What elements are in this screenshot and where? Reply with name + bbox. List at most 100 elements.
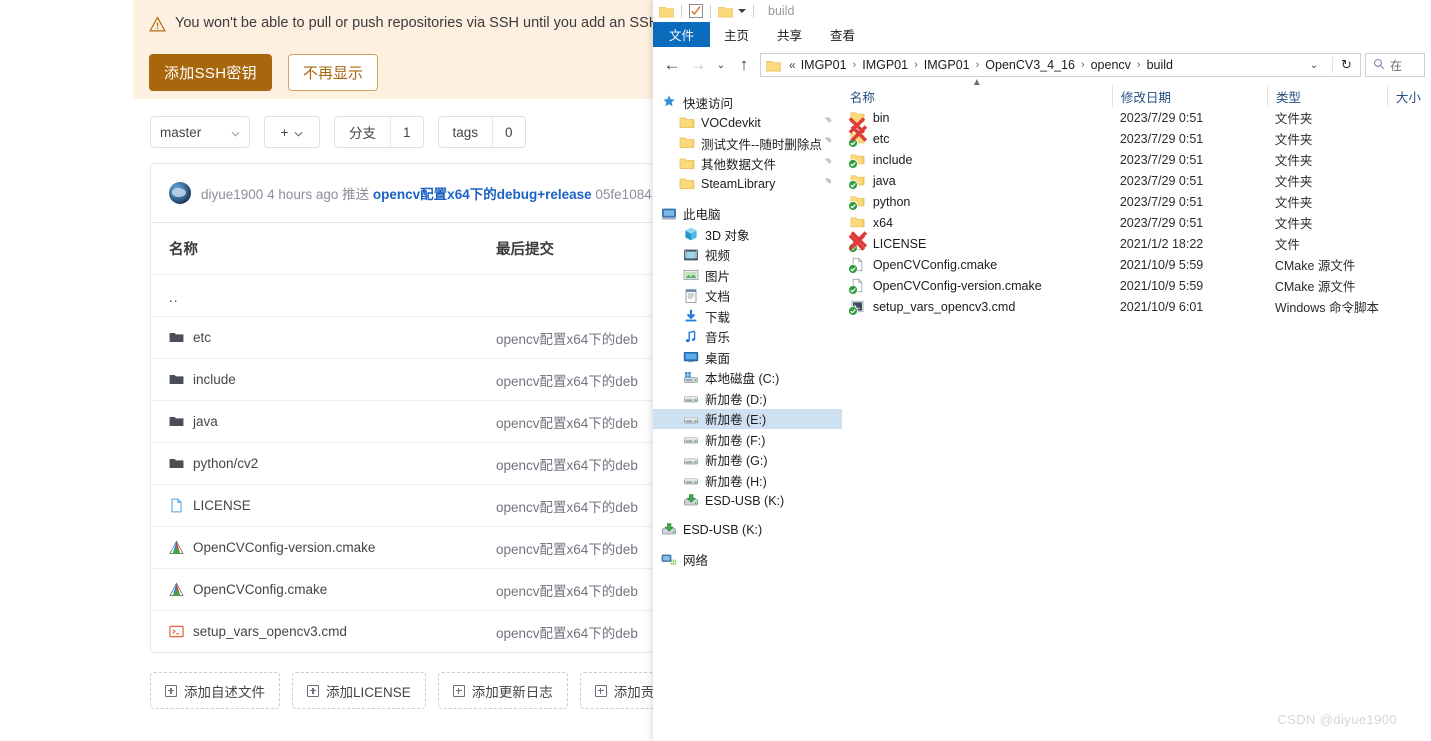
file-name-link[interactable]: LICENSE xyxy=(193,498,251,513)
pin-icon[interactable] xyxy=(822,177,833,191)
file-name-link[interactable]: include xyxy=(193,372,236,387)
nav-item--[interactable]: 其他数据文件 xyxy=(653,154,842,175)
file-name-link[interactable]: OpenCVConfig-version.cmake xyxy=(193,540,375,555)
table-row[interactable]: etc opencv配置x64下的deb xyxy=(151,316,653,358)
nav-item--e-[interactable]: 新加卷 (E:) xyxy=(653,408,842,429)
nav-item-esd-usb-k-[interactable]: ESD-USB (K:) xyxy=(653,520,842,541)
nav-item--g-[interactable]: 新加卷 (G:) xyxy=(653,450,842,471)
add-dropdown-button[interactable]: + xyxy=(264,116,320,148)
tab-view[interactable]: 查看 xyxy=(816,22,869,47)
breadcrumb-item[interactable]: OpenCV3_4_16 xyxy=(985,58,1075,72)
nav-item--f-[interactable]: 新加卷 (F:) xyxy=(653,429,842,450)
file-name-link[interactable]: .. xyxy=(169,290,179,305)
nav-item--[interactable]: 快速访问 xyxy=(653,92,842,113)
table-row[interactable]: setup_vars_opencv3.cmd opencv配置x64下的deb xyxy=(151,610,653,652)
recent-locations-chevron-icon[interactable]: ⌄ xyxy=(711,52,731,78)
commit-sha[interactable]: 05fe1084 xyxy=(595,187,651,202)
table-row[interactable]: python/cv2 opencv配置x64下的deb xyxy=(151,442,653,484)
tab-share[interactable]: 共享 xyxy=(763,22,816,47)
add-file-button[interactable]: 添加LICENSE xyxy=(292,672,426,709)
pin-icon[interactable] xyxy=(822,136,833,150)
nav-item--[interactable]: 此电脑 xyxy=(653,204,842,225)
file-row-commit-cell: opencv配置x64下的deb xyxy=(496,541,638,557)
column-header-type[interactable]: 类型 xyxy=(1266,85,1387,107)
file-list-row[interactable]: bin 2023/7/29 0:51 文件夹 xyxy=(842,107,1431,128)
file-name-link[interactable]: python/cv2 xyxy=(193,456,258,471)
file-row-name-cell: LICENSE xyxy=(151,498,496,513)
table-row[interactable]: LICENSE opencv配置x64下的deb xyxy=(151,484,653,526)
address-path-box[interactable]: «IMGP01 › IMGP01 › IMGP01 › OpenCV3_4_16 › openc… xyxy=(760,53,1361,77)
breadcrumb-item[interactable]: build xyxy=(1147,58,1173,72)
tags-counter[interactable]: tags 0 xyxy=(437,116,526,148)
file-name-link[interactable]: etc xyxy=(193,330,211,345)
file-name-link[interactable]: java xyxy=(193,414,218,429)
nav-item-esd-usb-k-[interactable]: ESD-USB (K:) xyxy=(653,491,842,512)
file-list-row[interactable]: x64 2023/7/29 0:51 文件夹 xyxy=(842,212,1431,233)
up-button[interactable]: ↑ xyxy=(731,52,757,78)
file-list-row[interactable]: OpenCVConfig.cmake 2021/10/9 5:59 CMake 源文… xyxy=(842,254,1431,275)
column-header-date[interactable]: 修改日期 xyxy=(1111,85,1267,107)
table-row[interactable]: include opencv配置x64下的deb xyxy=(151,358,653,400)
table-row[interactable]: .. xyxy=(151,274,653,316)
table-row[interactable]: OpenCVConfig-version.cmake opencv配置x64下的d… xyxy=(151,526,653,568)
search-input[interactable]: 在 xyxy=(1365,53,1425,77)
nav-item-steamlibrary[interactable]: SteamLibrary xyxy=(653,174,842,195)
commit-message[interactable]: opencv配置x64下的debug+release xyxy=(373,187,592,202)
pin-icon[interactable] xyxy=(822,116,833,130)
nav-item--h-[interactable]: 新加卷 (H:) xyxy=(653,470,842,491)
nav-item--[interactable]: 音乐 xyxy=(653,327,842,348)
add-file-button[interactable]: 添加自述文件 xyxy=(150,672,280,709)
breadcrumb-overflow[interactable]: « xyxy=(786,58,799,72)
pin-icon[interactable] xyxy=(822,157,833,171)
branches-counter[interactable]: 分支 1 xyxy=(334,116,424,148)
file-list-row[interactable]: python 2023/7/29 0:51 文件夹 xyxy=(842,191,1431,212)
breadcrumb[interactable]: «IMGP01 › IMGP01 › IMGP01 › OpenCV3_4_16 › openc… xyxy=(786,58,1296,72)
file-name-cell: x64 xyxy=(842,215,1112,231)
nav-item-label: SteamLibrary xyxy=(701,177,776,192)
commit-author[interactable]: diyue1900 xyxy=(201,187,263,202)
chevron-down-icon[interactable] xyxy=(738,9,746,13)
add-file-button[interactable]: 添加贡献信息 xyxy=(579,672,654,709)
file-list-row[interactable]: etc 2023/7/29 0:51 文件夹 xyxy=(842,128,1431,149)
file-list-row[interactable]: java 2023/7/29 0:51 文件夹 xyxy=(842,170,1431,191)
nav-item--[interactable]: 文档 xyxy=(653,286,842,307)
nav-item--c-[interactable]: 本地磁盘 (C:) xyxy=(653,368,842,389)
breadcrumb-item[interactable]: IMGP01 xyxy=(862,58,908,72)
nav-item--[interactable]: 下载 xyxy=(653,306,842,327)
properties-icon[interactable] xyxy=(689,4,703,18)
file-name-link[interactable]: setup_vars_opencv3.cmd xyxy=(193,624,347,639)
nav-item-3d-[interactable]: 3D 对象 xyxy=(653,224,842,245)
file-list-row[interactable]: setup_vars_opencv3.cmd 2021/10/9 6:01 Wind… xyxy=(842,296,1431,317)
tab-home[interactable]: 主页 xyxy=(710,22,763,47)
back-button[interactable]: ← xyxy=(659,52,685,78)
forward-button[interactable]: → xyxy=(685,52,711,78)
nav-item--[interactable]: 网络 xyxy=(653,550,842,571)
breadcrumb-item[interactable]: opencv xyxy=(1091,58,1131,72)
file-name-link[interactable]: OpenCVConfig.cmake xyxy=(193,582,327,597)
nav-item-vocdevkit[interactable]: VOCdevkit xyxy=(653,113,842,134)
nav-item--[interactable]: 桌面 xyxy=(653,347,842,368)
nav-item--[interactable]: 图片 xyxy=(653,265,842,286)
column-header-name[interactable]: ▲ 名称 xyxy=(842,77,1112,107)
breadcrumb-item[interactable]: IMGP01 xyxy=(924,58,970,72)
address-dropdown-chevron-icon[interactable]: ⌄ xyxy=(1301,60,1327,71)
new-folder-icon[interactable] xyxy=(718,5,733,18)
file-list-row[interactable]: LICENSE 2021/1/2 18:22 文件 xyxy=(842,233,1431,254)
dismiss-banner-button[interactable]: 不再显示 xyxy=(287,54,378,91)
file-list-row[interactable]: OpenCVConfig-version.cmake 2021/10/9 5:59… xyxy=(842,275,1431,296)
file-list-header: ▲ 名称 修改日期 类型 大小 xyxy=(842,77,1431,107)
table-row[interactable]: java opencv配置x64下的deb xyxy=(151,400,653,442)
add-ssh-key-button[interactable]: 添加SSH密钥 xyxy=(149,54,272,91)
add-file-button[interactable]: 添加更新日志 xyxy=(437,672,568,709)
branch-select[interactable]: master xyxy=(150,116,250,148)
tab-file[interactable]: 文件 xyxy=(653,22,711,47)
column-header-size[interactable]: 大小 xyxy=(1386,85,1431,107)
nav-item--d-[interactable]: 新加卷 (D:) xyxy=(653,388,842,409)
table-row[interactable]: OpenCVConfig.cmake opencv配置x64下的deb xyxy=(151,568,653,610)
nav-item--[interactable]: 测试文件--随时删除点 xyxy=(653,133,842,154)
breadcrumb-item[interactable]: IMGP01 xyxy=(801,58,847,72)
file-name-cell: OpenCVConfig.cmake xyxy=(842,257,1112,274)
refresh-icon[interactable]: ↻ xyxy=(1332,57,1360,73)
nav-item--[interactable]: 视频 xyxy=(653,245,842,266)
file-list-row[interactable]: include 2023/7/29 0:51 文件夹 xyxy=(842,149,1431,170)
